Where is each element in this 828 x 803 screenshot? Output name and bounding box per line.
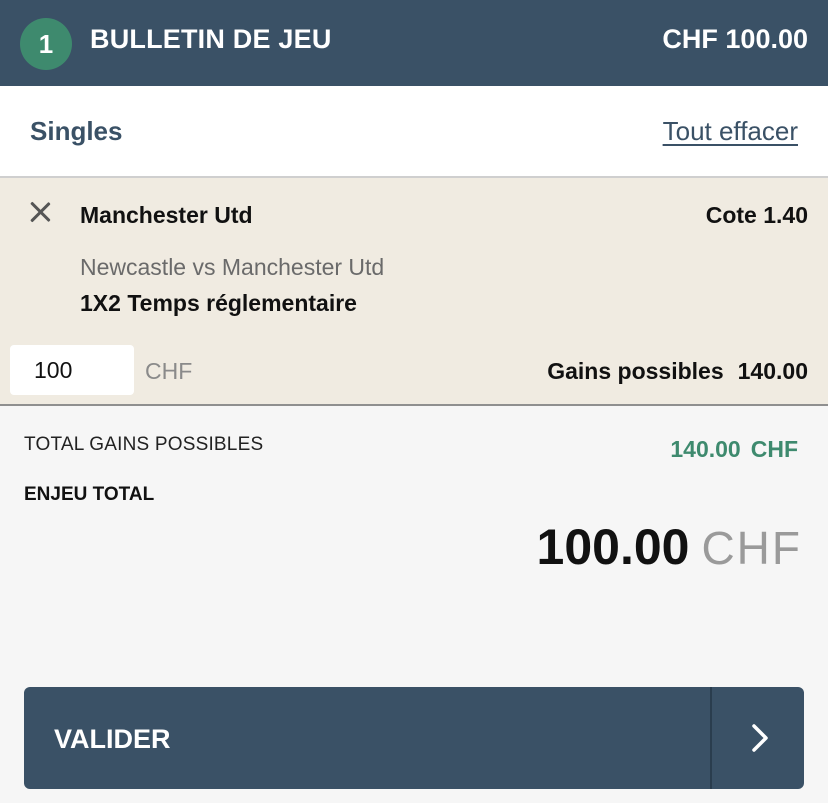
chevron-right-icon [752, 724, 768, 752]
total-stake-label: ENJEU TOTAL [24, 484, 155, 505]
market-name: 1X2 Temps réglementaire [80, 290, 357, 316]
potential-gains-value: 140.00 [737, 358, 808, 384]
validate-button[interactable]: VALIDER [24, 687, 804, 789]
total-gains-value: 140.00 CHF [670, 436, 798, 463]
stake-currency-label: CHF [145, 358, 193, 384]
close-icon[interactable] [26, 198, 54, 226]
total-stake-amount: 100.00 [536, 519, 690, 575]
total-stake-value: 100.00 CHF [537, 518, 802, 576]
button-divider [710, 687, 712, 789]
stake-input[interactable] [10, 345, 134, 395]
odds-label: Cote 1.40 [705, 202, 808, 228]
betslip-summary: TOTAL GAINS POSSIBLES 140.00 CHF ENJEU TO… [0, 406, 828, 803]
bet-selection-card: Manchester Utd Cote 1.40 Newcastle vs Ma… [0, 178, 828, 406]
potential-gains: Gains possibles 140.00 [547, 358, 808, 385]
match-name: Newcastle vs Manchester Utd [80, 254, 385, 280]
total-gains-label: TOTAL GAINS POSSIBLES [24, 434, 264, 455]
betslip-title: BULLETIN DE JEU [90, 24, 332, 54]
total-gains-currency: CHF [750, 436, 798, 462]
bet-count-badge: 1 [20, 18, 72, 70]
selection-name: Manchester Utd [80, 202, 253, 228]
betslip-subheader: Singles Tout effacer [0, 86, 828, 178]
total-gains-amount: 140.00 [670, 436, 741, 462]
betslip-header[interactable]: 1 BULLETIN DE JEU CHF 100.00 [0, 0, 828, 86]
potential-gains-label: Gains possibles [547, 358, 724, 384]
clear-all-link[interactable]: Tout effacer [663, 116, 798, 147]
total-stake-currency: CHF [701, 522, 802, 574]
validate-button-label: VALIDER [54, 724, 171, 754]
header-total-amount: CHF 100.00 [662, 24, 808, 54]
bet-type-label: Singles [30, 116, 123, 146]
